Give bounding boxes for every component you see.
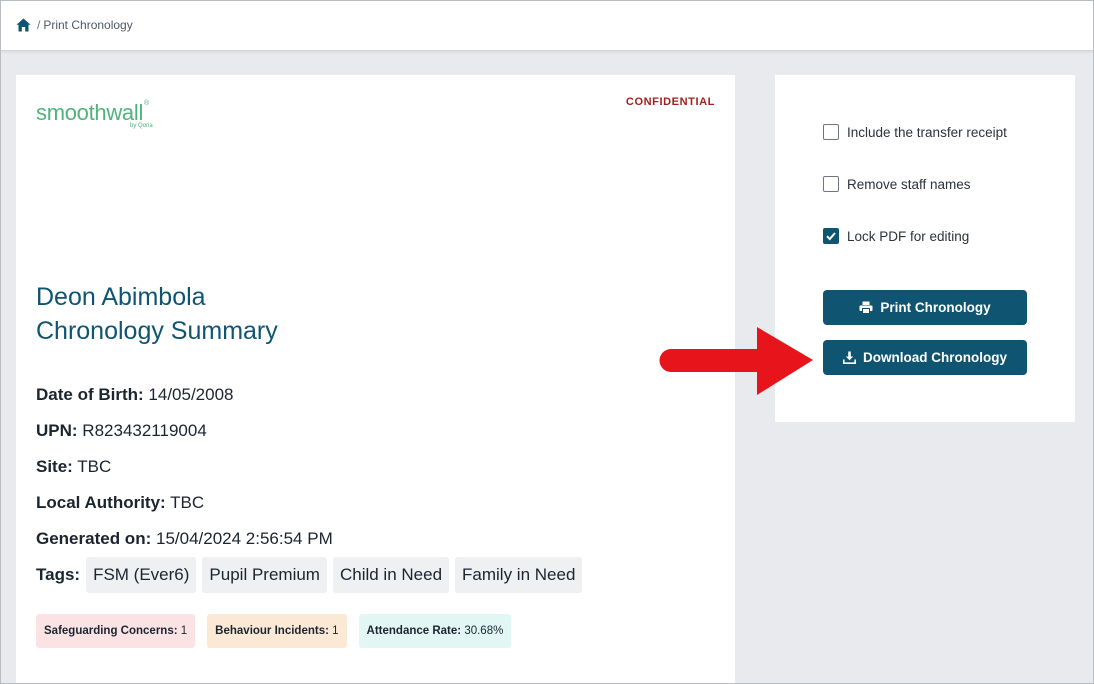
field-label: Local Authority:: [36, 493, 166, 512]
include-transfer-receipt-checkbox[interactable]: [823, 124, 839, 140]
field-value: TBC: [77, 457, 112, 476]
option-label: Remove staff names: [847, 176, 971, 192]
print-chronology-button[interactable]: Print Chronology: [823, 290, 1027, 325]
field-label: Generated on:: [36, 529, 152, 548]
logo-subtext: by Qoria: [130, 123, 153, 129]
printer-icon: [859, 301, 873, 314]
field-label: Site:: [36, 457, 73, 476]
breadcrumb-current: Print Chronology: [43, 18, 133, 32]
field-date-of-birth: Date of Birth: 14/05/2008: [36, 385, 234, 405]
breadcrumb-separator: /: [37, 18, 41, 32]
option-lock-pdf[interactable]: Lock PDF for editing: [823, 228, 969, 244]
option-label: Include the transfer receipt: [847, 124, 1007, 140]
field-value: 14/05/2008: [148, 385, 234, 404]
download-icon: [843, 351, 856, 364]
field-local-authority: Local Authority: TBC: [36, 493, 204, 513]
lock-pdf-checkbox[interactable]: [823, 228, 839, 244]
summary-heading: Chronology Summary: [36, 317, 278, 345]
safeguarding-concerns-badge: Safeguarding Concerns: 1: [36, 614, 196, 648]
top-bar: / Print Chronology: [0, 0, 1094, 51]
field-generated-on: Generated on: 15/04/2024 2:56:54 PM: [36, 529, 333, 549]
tag: Pupil Premium: [202, 557, 327, 593]
attendance-rate-badge: Attendance Rate: 30.68%: [358, 614, 512, 648]
button-label: Print Chronology: [880, 300, 991, 315]
field-site: Site: TBC: [36, 457, 111, 477]
field-label: Date of Birth:: [36, 385, 144, 404]
download-chronology-button[interactable]: Download Chronology: [823, 340, 1027, 375]
option-remove-staff-names[interactable]: Remove staff names: [823, 176, 971, 192]
confidential-label: CONFIDENTIAL: [625, 96, 715, 108]
option-include-transfer-receipt[interactable]: Include the transfer receipt: [823, 124, 1007, 140]
behaviour-incidents-badge: Behaviour Incidents: 1: [207, 614, 347, 648]
chronology-preview: smoothwall® by Qoria CONFIDENTIAL Deon A…: [16, 75, 735, 684]
tags-row: Tags: FSM (Ever6) Pupil Premium Child in…: [36, 557, 588, 593]
option-label: Lock PDF for editing: [847, 228, 970, 244]
remove-staff-names-checkbox[interactable]: [823, 176, 839, 192]
document-title: Deon Abimbola Chronology Summary: [36, 280, 278, 348]
field-upn: UPN: R823432119004: [36, 421, 207, 441]
annotation-arrow-icon: [659, 327, 813, 395]
field-value: R823432119004: [82, 421, 207, 440]
field-value: TBC: [170, 493, 205, 512]
tags-label: Tags:: [36, 565, 81, 584]
print-options-panel: Include the transfer receipt Remove staf…: [775, 75, 1075, 422]
stats-row: Safeguarding Concerns: 1 Behaviour Incid…: [36, 614, 523, 648]
field-value: 15/04/2024 2:56:54 PM: [155, 529, 333, 548]
field-label: UPN:: [36, 421, 78, 440]
home-icon[interactable]: [16, 18, 31, 32]
tag: Family in Need: [455, 557, 583, 593]
button-label: Download Chronology: [863, 350, 1007, 365]
tag: FSM (Ever6): [86, 557, 197, 593]
tag: Child in Need: [332, 557, 450, 593]
check-icon: [826, 232, 836, 241]
student-name: Deon Abimbola: [36, 283, 206, 311]
